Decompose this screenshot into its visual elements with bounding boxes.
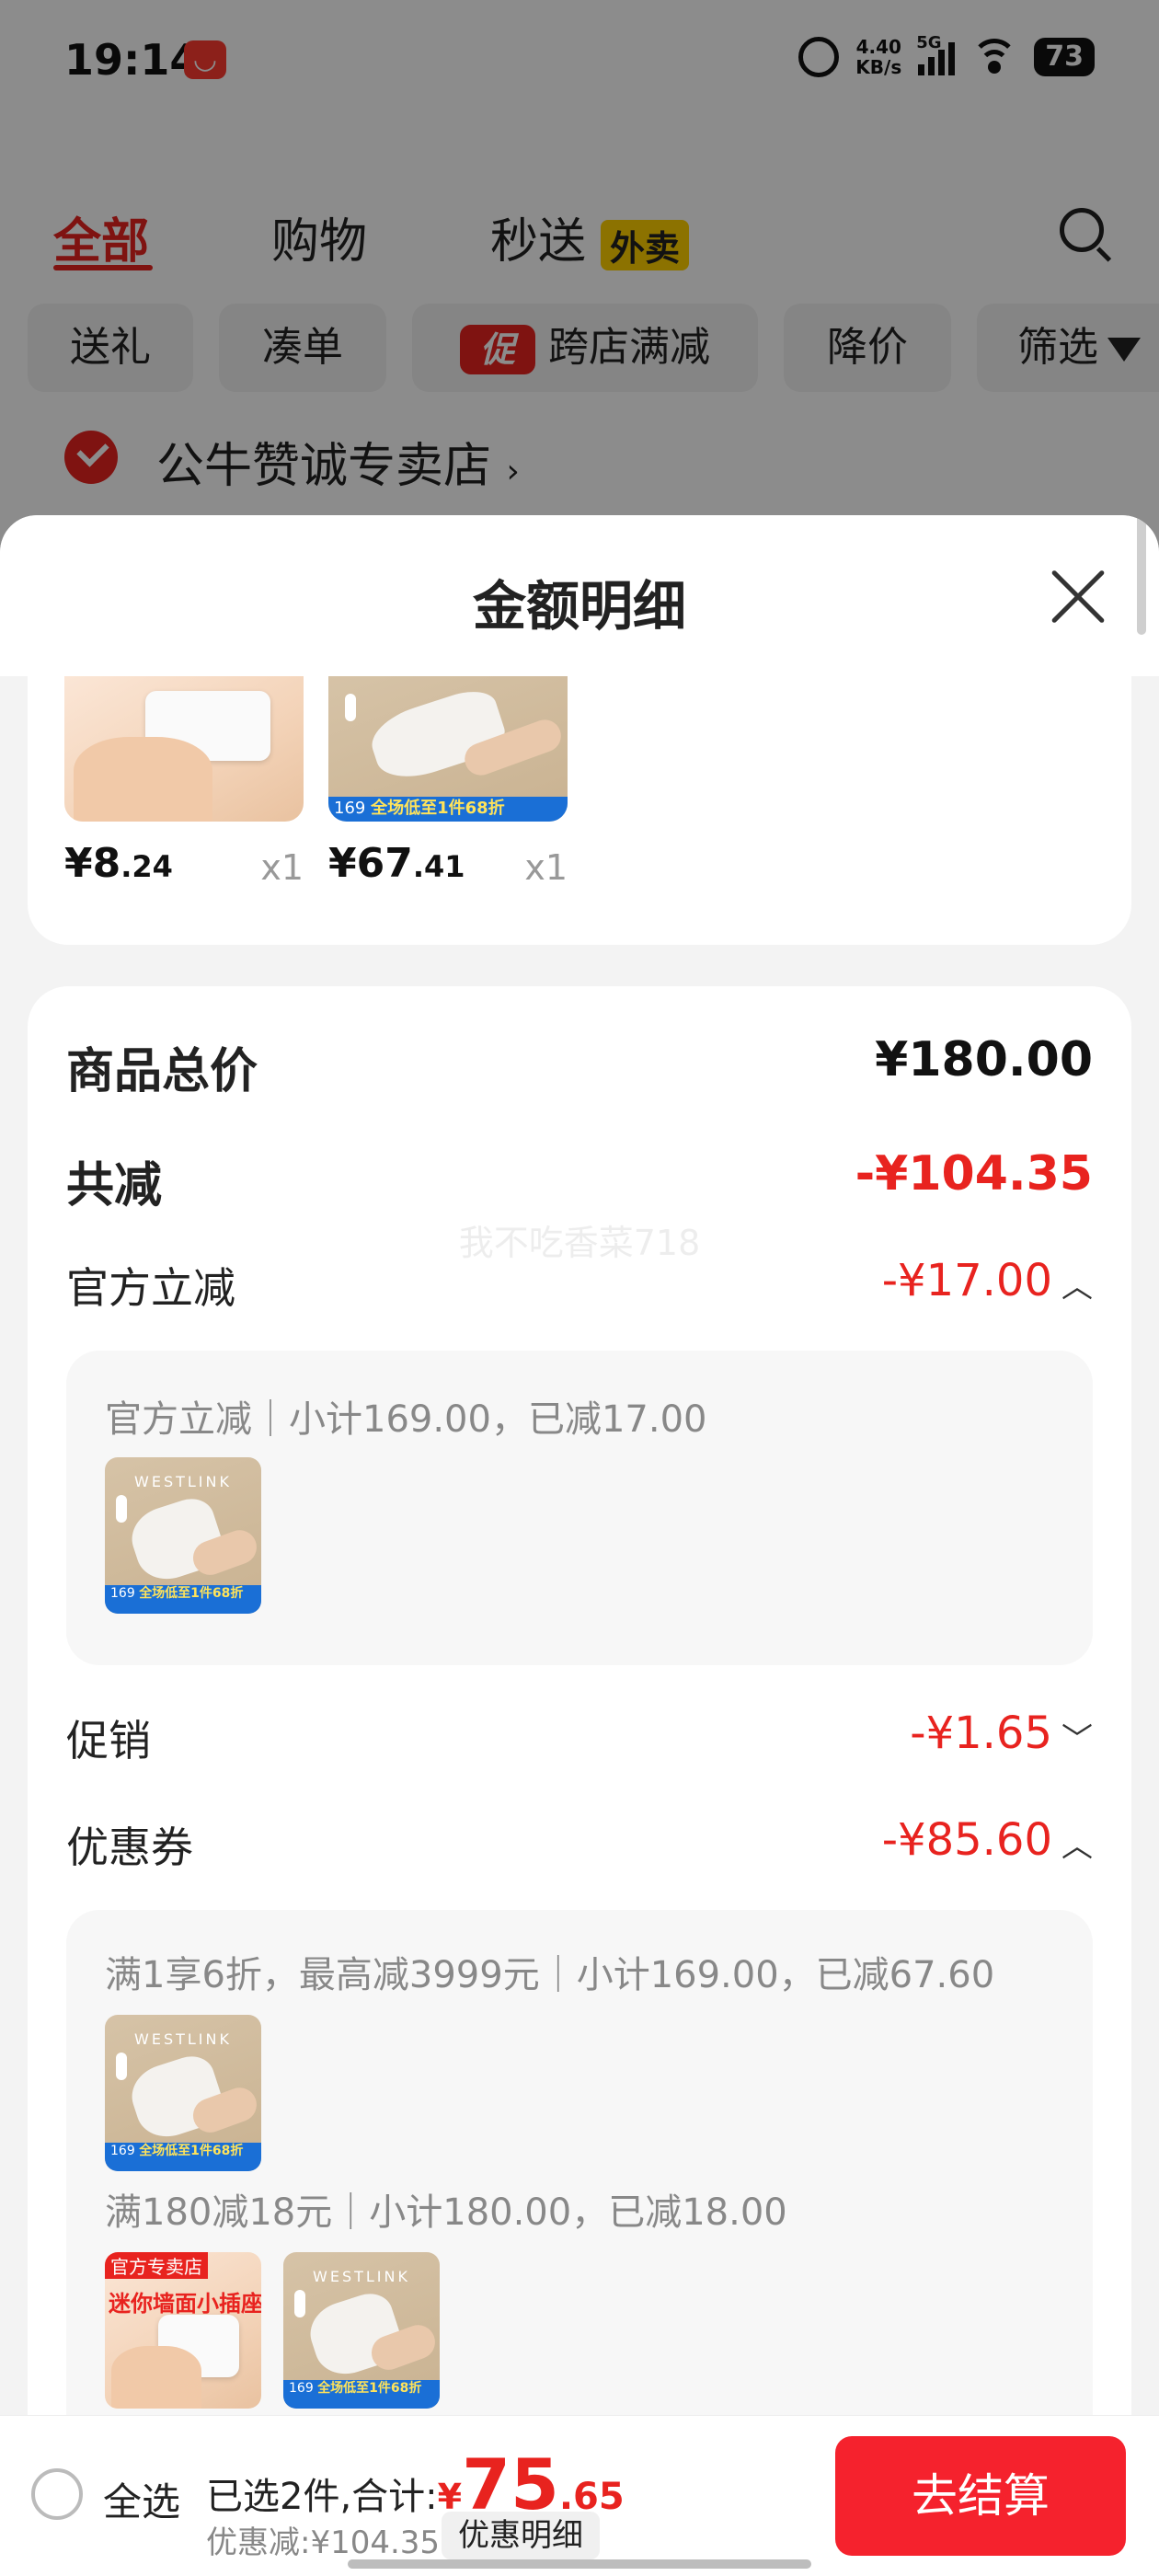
promotion-value: -¥1.65 ﹀ bbox=[910, 1708, 1093, 1759]
banner-price: 169 bbox=[110, 1586, 135, 1602]
thumb-banner: 169 全场低至1件68折 bbox=[283, 2380, 440, 2409]
sandal-thumbnail: WESTLINK 169 全场低至1件68折 bbox=[105, 2015, 261, 2171]
chevron-up-icon: ︿ bbox=[1061, 1827, 1093, 1865]
total-reduce-label: 共减 bbox=[66, 1158, 163, 1213]
banner-text: 全场低至1件68折 bbox=[317, 2381, 422, 2397]
price-dec: .41 bbox=[412, 849, 465, 884]
close-icon[interactable] bbox=[1048, 567, 1108, 627]
promotion-label: 促销 bbox=[66, 1716, 151, 1765]
discount-line: 优惠减:¥104.35 bbox=[206, 2524, 441, 2561]
socket-thumbnail bbox=[64, 676, 304, 822]
coupon-value: -¥85.60 ︿ bbox=[882, 1814, 1093, 1866]
product-item[interactable]: 169 全场低至1件68折 ¥67.41 x1 bbox=[328, 676, 568, 888]
product-price: ¥8.24 bbox=[64, 840, 173, 887]
checkout-bar: 全选 已选2件,合计:¥75.65 优惠减:¥104.35 优惠明细 去结算 bbox=[0, 2415, 1159, 2576]
official-reduce-panel: 官方立减｜小计169.00，已减17.00 WESTLINK 169 全场低至1… bbox=[66, 1351, 1093, 1665]
sandal-thumbnail: WESTLINK 169 全场低至1件68折 bbox=[283, 2252, 440, 2409]
banner-price: 169 bbox=[289, 2381, 314, 2397]
home-indicator[interactable] bbox=[348, 2559, 811, 2569]
chevron-down-icon: ﹀ bbox=[1061, 1720, 1093, 1758]
official-reduce-detail: 官方立减｜小计169.00，已减17.00 bbox=[105, 1398, 707, 1441]
coupon-detail-1: 满1享6折，最高减3999元｜小计169.00，已减67.60 bbox=[105, 1954, 995, 1996]
watermark: 我不吃香菜718 bbox=[458, 1223, 701, 1263]
product-price: ¥67.41 bbox=[328, 840, 465, 887]
sandal-thumbnail: WESTLINK 169 全场低至1件68折 bbox=[105, 1457, 261, 1614]
discount-detail-button[interactable]: 优惠明细 bbox=[442, 2512, 600, 2559]
product-qty: x1 bbox=[260, 847, 304, 888]
selected-products: ¥8.24 x1 169 全场低至1件68折 ¥67.41 x1 bbox=[28, 676, 1131, 945]
sheet-title: 金额明细 bbox=[472, 575, 686, 638]
price-int: ¥67 bbox=[328, 840, 413, 887]
banner-text: 全场低至1件68折 bbox=[139, 2144, 244, 2159]
row-total-price: 商品总价 ¥180.00 bbox=[66, 1032, 1093, 1099]
thumb-banner: 169 全场低至1件68折 bbox=[328, 797, 568, 822]
selected-prefix: 已选2件,合计: bbox=[206, 2476, 438, 2518]
product-qty: x1 bbox=[524, 847, 568, 888]
thumb-brand: WESTLINK bbox=[134, 1473, 232, 1490]
socket-slogan: 迷你墙面小插座 bbox=[109, 2291, 261, 2317]
select-all-label[interactable]: 全选 bbox=[103, 2471, 180, 2527]
total-price-value: ¥180.00 bbox=[875, 1032, 1093, 1087]
coupon-detail-2: 满180减18元｜小计180.00，已减18.00 bbox=[105, 2191, 787, 2234]
thumb-banner: 169 全场低至1件68折 bbox=[105, 2143, 261, 2171]
row-coupon[interactable]: 优惠券 -¥85.60 ︿ bbox=[66, 1814, 1093, 1879]
total-price-label: 商品总价 bbox=[66, 1044, 258, 1099]
thumb-brand: WESTLINK bbox=[134, 2030, 232, 2048]
banner-price: 169 bbox=[334, 799, 366, 819]
price-dec: .24 bbox=[120, 849, 173, 884]
select-all-radio[interactable] bbox=[31, 2468, 83, 2520]
sheet-header: 金额明细 bbox=[0, 515, 1159, 676]
promotion-amount: -¥1.65 bbox=[910, 1708, 1052, 1759]
product-item[interactable]: ¥8.24 x1 bbox=[64, 676, 304, 888]
chevron-up-icon: ︿ bbox=[1061, 1268, 1093, 1305]
price-int: ¥8 bbox=[64, 840, 121, 887]
price-detail-sheet: 金额明细 ¥8.24 x1 169 全场低至1件68折 ¥67.41 x1 商品… bbox=[0, 515, 1159, 2576]
checkout-button[interactable]: 去结算 bbox=[835, 2436, 1126, 2556]
coupon-label: 优惠券 bbox=[66, 1823, 193, 1872]
thumb-banner: 169 全场低至1件68折 bbox=[105, 1585, 261, 1614]
socket-thumbnail: 官方专卖店 迷你墙面小插座 bbox=[105, 2252, 261, 2409]
banner-price: 169 bbox=[110, 2144, 135, 2159]
scrollbar[interactable] bbox=[1137, 515, 1146, 635]
row-promotion[interactable]: 促销 -¥1.65 ﹀ bbox=[66, 1708, 1093, 1772]
banner-text: 全场低至1件68折 bbox=[139, 1586, 244, 1602]
coupon-amount: -¥85.60 bbox=[881, 1814, 1052, 1866]
socket-tag: 官方专卖店 bbox=[105, 2252, 208, 2279]
total-reduce-value: -¥104.35 bbox=[855, 1146, 1093, 1202]
row-total-reduce: 共减 -¥104.35 bbox=[66, 1146, 1093, 1213]
banner-text: 全场低至1件68折 bbox=[371, 799, 505, 819]
thumb-brand: WESTLINK bbox=[313, 2268, 410, 2285]
sandal-thumbnail: 169 全场低至1件68折 bbox=[328, 676, 568, 822]
